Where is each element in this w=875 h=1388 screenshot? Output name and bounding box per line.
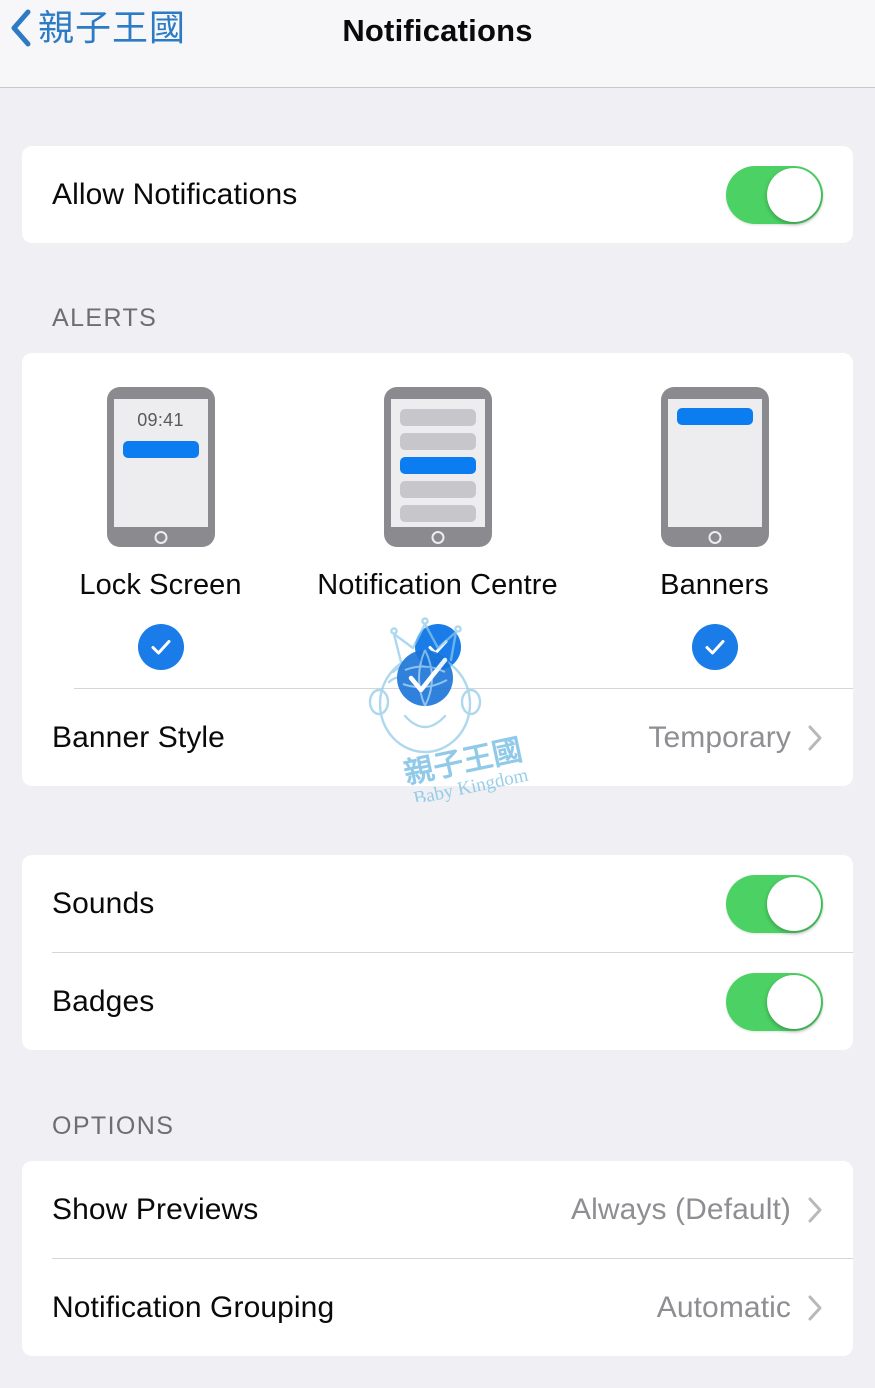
toggle-knob [767, 974, 821, 1029]
alert-styles-grid: 09:41 Lock Screen Notification Centre Ba… [22, 353, 853, 670]
chevron-right-icon [808, 1295, 822, 1320]
notification-grouping-value: Automatic [656, 1290, 791, 1324]
banner-style-label: Banner Style [52, 720, 225, 754]
sounds-toggle[interactable] [726, 874, 823, 933]
notification-grouping-label: Notification Grouping [52, 1290, 335, 1324]
banners-display [667, 399, 762, 527]
banners-check-wrap[interactable] [691, 623, 738, 670]
toggle-knob [767, 876, 821, 931]
lock-screen-check-wrap[interactable] [137, 623, 184, 670]
show-previews-value: Always (Default) [571, 1192, 791, 1226]
alert-style-notification-centre[interactable]: Notification Centre [299, 387, 576, 670]
home-button-icon [154, 531, 167, 544]
allow-notifications-row[interactable]: Allow Notifications [22, 146, 853, 243]
allow-notifications-card: Allow Notifications [22, 146, 853, 243]
lock-screen-device-preview: 09:41 [106, 387, 215, 547]
options-card: Show Previews Always (Default) Notificat… [22, 1161, 853, 1356]
lock-screen-display: 09:41 [113, 399, 208, 527]
badges-toggle[interactable] [726, 972, 823, 1031]
alert-style-banners[interactable]: Banners [576, 387, 853, 670]
chevron-right-icon [808, 725, 822, 750]
checkmark-icon [691, 623, 738, 670]
alert-style-label: Notification Centre [317, 569, 558, 601]
badges-row[interactable]: Badges [22, 953, 853, 1050]
banner-notification-bar [676, 408, 753, 425]
banner-style-value: Temporary [648, 720, 791, 754]
show-previews-row[interactable]: Show Previews Always (Default) [22, 1161, 853, 1258]
home-button-icon [708, 531, 721, 544]
lock-screen-notification-bar [122, 441, 199, 458]
nc-bar-5 [399, 505, 476, 522]
nc-bar-highlight [399, 457, 476, 474]
nc-bar-4 [399, 481, 476, 498]
checkmark-icon [137, 623, 184, 670]
sounds-label: Sounds [52, 886, 155, 920]
alert-style-lock-screen[interactable]: 09:41 Lock Screen [22, 387, 299, 670]
alert-style-label: Banners [660, 569, 769, 601]
alert-style-label: Lock Screen [79, 569, 242, 601]
allow-notifications-toggle[interactable] [726, 165, 823, 224]
sounds-badges-card: Sounds Badges [22, 855, 853, 1050]
alerts-card: 09:41 Lock Screen Notification Centre Ba… [22, 353, 853, 786]
toggle-knob [767, 167, 821, 222]
banner-style-row[interactable]: Banner Style Temporary [22, 689, 853, 786]
notification-grouping-row[interactable]: Notification Grouping Automatic [22, 1259, 853, 1356]
page-title: Notifications [342, 13, 533, 48]
navigation-bar: 親子王國 Notifications [0, 0, 875, 88]
banners-device-preview [660, 387, 769, 547]
show-previews-label: Show Previews [52, 1192, 259, 1226]
badges-label: Badges [52, 984, 155, 1018]
notification-centre-device-preview [383, 387, 492, 547]
nc-bar-2 [399, 433, 476, 450]
checkmark-icon [414, 623, 461, 670]
nc-bar-1 [399, 409, 476, 426]
home-button-icon [431, 531, 444, 544]
lock-screen-time: 09:41 [137, 410, 184, 430]
sounds-row[interactable]: Sounds [22, 855, 853, 952]
options-section-header: OPTIONS [52, 1112, 175, 1140]
alerts-section-header: ALERTS [52, 304, 158, 332]
allow-notifications-label: Allow Notifications [52, 177, 298, 211]
chevron-right-icon [808, 1197, 822, 1222]
notification-centre-display [390, 399, 485, 527]
notification-centre-check-wrap[interactable] [414, 623, 461, 670]
